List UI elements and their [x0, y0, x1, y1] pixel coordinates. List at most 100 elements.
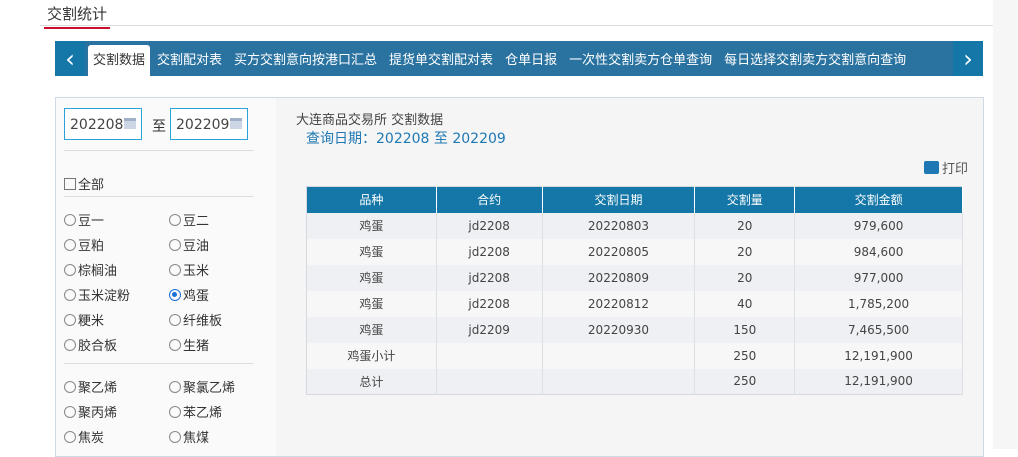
end-date-value: 202209 — [176, 117, 230, 133]
radio-label: 玉米淀粉 — [78, 289, 131, 304]
radio-icon[interactable] — [169, 430, 181, 443]
start-date-input[interactable]: 202208 — [64, 108, 142, 140]
radio-label: 玉米 — [183, 264, 210, 279]
radio-label: 豆一 — [78, 214, 105, 229]
calendar-icon[interactable] — [124, 118, 136, 129]
radio-option[interactable]: 鸡蛋 — [169, 285, 209, 304]
radio-icon[interactable] — [64, 338, 76, 351]
date-separator: 至 — [152, 119, 166, 135]
column-header: 品种 — [306, 186, 437, 213]
radio-label: 豆油 — [183, 239, 210, 254]
print-label: 打印 — [942, 162, 969, 177]
radio-label: 鸡蛋 — [183, 289, 210, 304]
radio-option[interactable]: 纤维板 — [169, 310, 222, 329]
radio-label: 聚氯乙烯 — [183, 381, 236, 396]
radio-icon[interactable] — [64, 263, 76, 276]
radio-label: 纤维板 — [183, 314, 223, 329]
table-row: 鸡蛋 jd2208 20220812 40 1,785,200 — [306, 290, 963, 317]
tab-3[interactable]: 提货单交割配对表 — [384, 45, 498, 76]
radio-option[interactable]: 苯乙烯 — [169, 402, 222, 421]
radio-option[interactable]: 豆二 — [169, 210, 209, 229]
tab-5[interactable]: 一次性交割卖方仓单查询 — [564, 45, 717, 76]
radio-option[interactable]: 聚氯乙烯 — [169, 377, 235, 396]
radio-option[interactable]: 焦炭 — [64, 427, 104, 446]
radio-option[interactable]: 棕榈油 — [64, 260, 117, 279]
table-cell: 250 — [694, 342, 796, 369]
radio-option[interactable]: 豆油 — [169, 235, 209, 254]
end-date-input[interactable]: 202209 — [170, 108, 248, 140]
delivery-table: 品种 合约 交割日期 交割量 交割金额 鸡蛋 jd2208 20220803 20 979,60… — [306, 186, 963, 395]
table-cell: 150 — [694, 316, 796, 343]
radio-icon[interactable] — [64, 380, 76, 393]
table-row: 鸡蛋 jd2208 20220803 20 979,600 — [306, 212, 963, 239]
table-cell: 鸡蛋 — [306, 290, 437, 317]
table-cell: 977,000 — [794, 264, 963, 291]
table-cell: 鸡蛋 — [306, 316, 437, 343]
table-row: 鸡蛋 jd2208 20220805 20 984,600 — [306, 238, 963, 265]
tab-bar: ‹ 交割数据 交割配对表 买方交割意向按港口汇总 提货单交割配对表 仓单日报 一次性交割卖… — [55, 41, 983, 76]
column-header: 交割量 — [694, 186, 796, 213]
radio-icon[interactable] — [169, 313, 181, 326]
radio-option[interactable]: 豆粕 — [64, 235, 104, 254]
radio-label: 焦炭 — [78, 431, 105, 446]
checkbox-icon[interactable] — [64, 177, 76, 190]
table-row: 总计 250 12,191,900 — [306, 368, 963, 395]
radio-icon[interactable] — [169, 238, 181, 251]
radio-icon[interactable] — [169, 380, 181, 393]
radio-icon[interactable] — [64, 430, 76, 443]
radio-label: 棕榈油 — [78, 264, 118, 279]
radio-label: 胶合板 — [78, 339, 118, 354]
table-cell — [436, 368, 543, 395]
table-cell: 979,600 — [794, 212, 963, 239]
table-cell: 鸡蛋 — [306, 212, 437, 239]
table-cell: 40 — [694, 290, 796, 317]
radio-icon[interactable] — [169, 213, 181, 226]
radio-option[interactable]: 胶合板 — [64, 335, 117, 354]
divider — [40, 25, 993, 26]
checkbox-all[interactable]: 全部 — [64, 174, 104, 193]
radio-icon[interactable] — [169, 405, 181, 418]
radio-option[interactable]: 焦煤 — [169, 427, 209, 446]
radio-label: 豆粕 — [78, 239, 105, 254]
tab-0[interactable]: 交割数据 — [88, 45, 151, 76]
radio-option[interactable]: 玉米淀粉 — [64, 285, 130, 304]
tab-4[interactable]: 仓单日报 — [500, 45, 562, 76]
print-button[interactable]: 打印 — [924, 158, 968, 177]
radio-icon[interactable] — [64, 405, 76, 418]
radio-option[interactable]: 玉米 — [169, 260, 209, 279]
table-cell: 20220803 — [542, 212, 696, 239]
radio-icon[interactable] — [169, 263, 181, 276]
tab-6[interactable]: 每日选择交割卖方交割意向查询 — [719, 45, 911, 76]
table-cell: jd2208 — [436, 264, 543, 291]
filter-panel: 202208 至 202209 全部 豆一 豆二豆粕 豆油棕榈油 玉米玉米淀粉 鸡蛋粳米… — [56, 98, 276, 456]
report-heading: 大连商品交易所 交割数据 — [296, 113, 444, 128]
radio-icon[interactable] — [64, 238, 76, 251]
table-cell: 12,191,900 — [794, 342, 963, 369]
start-date-value: 202208 — [70, 117, 124, 133]
calendar-icon[interactable] — [230, 118, 242, 129]
radio-icon[interactable] — [64, 213, 76, 226]
chevron-left-icon[interactable]: ‹ — [55, 41, 85, 76]
table-cell: jd2208 — [436, 290, 543, 317]
radio-icon[interactable] — [64, 288, 76, 301]
tab-1[interactable]: 交割配对表 — [152, 45, 227, 76]
radio-option[interactable]: 聚乙烯 — [64, 377, 117, 396]
radio-label: 苯乙烯 — [183, 406, 223, 421]
table-cell — [542, 368, 696, 395]
radio-icon[interactable] — [169, 288, 181, 301]
column-header: 交割金额 — [794, 186, 963, 213]
radio-option[interactable]: 豆一 — [64, 210, 104, 229]
radio-option[interactable]: 生猪 — [169, 335, 209, 354]
radio-label: 豆二 — [183, 214, 210, 229]
radio-option[interactable]: 粳米 — [64, 310, 104, 329]
table-cell: 12,191,900 — [794, 368, 963, 395]
table-cell: jd2208 — [436, 212, 543, 239]
radio-option[interactable]: 聚丙烯 — [64, 402, 117, 421]
table-cell: 250 — [694, 368, 796, 395]
radio-icon[interactable] — [64, 313, 76, 326]
divider — [64, 363, 254, 364]
chevron-right-icon[interactable]: › — [953, 41, 983, 76]
scrollbar[interactable] — [993, 0, 1018, 449]
tab-2[interactable]: 买方交割意向按港口汇总 — [229, 45, 382, 76]
radio-icon[interactable] — [169, 338, 181, 351]
